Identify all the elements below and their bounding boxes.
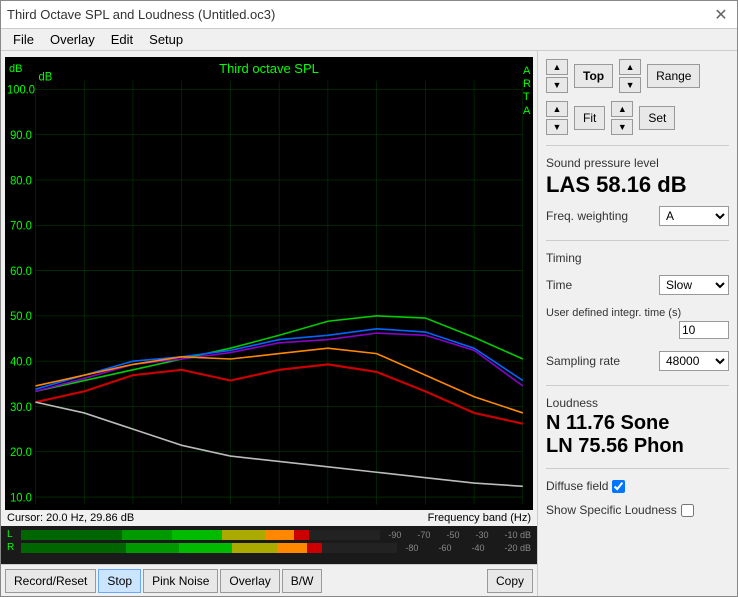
fit-button[interactable]: Fit: [574, 106, 605, 130]
divider-4: [546, 468, 729, 469]
show-specific-checkbox[interactable]: [681, 504, 694, 517]
svg-text:90.0: 90.0: [10, 130, 32, 142]
user-defined-row: User defined integr. time (s): [546, 307, 729, 339]
chart-title: Third octave SPL: [219, 61, 319, 76]
sampling-rate-row: Sampling rate 48000 44100 96000: [546, 351, 729, 371]
top-down-button[interactable]: ▼: [546, 77, 568, 93]
top-up-button[interactable]: ▲: [546, 59, 568, 75]
loudness-ln-value: LN 75.56 Phon: [546, 435, 729, 458]
divider-2: [546, 240, 729, 241]
svg-text:100.0: 100.0: [7, 84, 35, 96]
svg-text:20.0: 20.0: [10, 447, 32, 459]
window-title: Third Octave SPL and Loudness (Untitled.…: [7, 7, 275, 22]
svg-text:30.0: 30.0: [10, 402, 32, 414]
cursor-text: Cursor: 20.0 Hz, 29.86 dB: [7, 512, 134, 524]
time-label: Time: [546, 278, 572, 292]
overlay-button[interactable]: Overlay: [220, 569, 279, 593]
diffuse-field-checkbox[interactable]: [612, 480, 625, 493]
range-nav-group: ▲ ▼: [619, 59, 641, 93]
freq-weighting-label: Freq. weighting: [546, 209, 628, 223]
chart-inner: Third octave SPL ARTA dB: [5, 57, 533, 510]
stop-button[interactable]: Stop: [98, 569, 141, 593]
fit-set-controls: ▲ ▼ Fit ▲ ▼ Set: [546, 101, 729, 135]
svg-text:80.0: 80.0: [10, 175, 32, 187]
menu-setup[interactable]: Setup: [141, 31, 191, 48]
spl-section: Sound pressure level LAS 58.16 dB: [546, 156, 729, 198]
time-select[interactable]: Slow Fast Impulse: [659, 275, 729, 295]
svg-text:60.0: 60.0: [10, 266, 32, 278]
fit-down-button[interactable]: ▼: [546, 119, 568, 135]
copy-button[interactable]: Copy: [487, 569, 533, 593]
sampling-rate-label: Sampling rate: [546, 354, 620, 368]
pink-noise-button[interactable]: Pink Noise: [143, 569, 218, 593]
sampling-rate-select[interactable]: 48000 44100 96000: [659, 351, 729, 371]
r-channel-label: R: [7, 542, 17, 553]
r-level-bar: [21, 543, 397, 553]
loudness-section: Loudness N 11.76 Sone LN 75.56 Phon: [546, 396, 729, 458]
main-window: Third Octave SPL and Loudness (Untitled.…: [0, 0, 738, 597]
menu-bar: File Overlay Edit Setup: [1, 29, 737, 51]
user-defined-input[interactable]: [679, 321, 729, 339]
set-nav-group: ▲ ▼: [611, 101, 633, 135]
spl-section-label: Sound pressure level: [546, 156, 729, 170]
title-bar: Third Octave SPL and Loudness (Untitled.…: [1, 1, 737, 29]
range-down-button[interactable]: ▼: [619, 77, 641, 93]
menu-edit[interactable]: Edit: [103, 31, 141, 48]
record-reset-button[interactable]: Record/Reset: [5, 569, 96, 593]
svg-text:dB: dB: [39, 71, 53, 83]
loudness-n-value: N 11.76 Sone: [546, 412, 729, 435]
l-level-bar: [21, 530, 380, 540]
level-meter: L -90 -70 -50 -30: [1, 526, 537, 564]
right-panel: ▲ ▼ Top ▲ ▼ Range ▲ ▼ Fit ▲ ▼: [537, 51, 737, 596]
freq-weighting-row: Freq. weighting A B C Z: [546, 206, 729, 226]
freq-band-label: Frequency band (Hz): [428, 512, 531, 524]
set-down-button[interactable]: ▼: [611, 119, 633, 135]
range-up-button[interactable]: ▲: [619, 59, 641, 75]
fit-up-button[interactable]: ▲: [546, 101, 568, 117]
diffuse-field-label: Diffuse field: [546, 479, 608, 493]
time-row: Time Slow Fast Impulse: [546, 275, 729, 295]
divider-1: [546, 145, 729, 146]
chart-grid: 100.0 90.0 80.0 70.0 60.0 50.0 40.0 30.0…: [5, 57, 533, 510]
l-channel-label: L: [7, 529, 17, 540]
fit-nav-group: ▲ ▼: [546, 101, 568, 135]
user-defined-label: User defined integr. time (s): [546, 307, 729, 319]
bw-button[interactable]: B/W: [282, 569, 323, 593]
chart-bottom-labels: Cursor: 20.0 Hz, 29.86 dB Frequency band…: [1, 510, 537, 526]
l-scale: -90 -70 -50 -30 -10 dB: [388, 530, 531, 540]
loudness-section-title: Loudness: [546, 396, 729, 410]
top-button[interactable]: Top: [574, 64, 613, 88]
diffuse-field-row: Diffuse field: [546, 479, 729, 493]
chart-container: Third octave SPL ARTA dB: [5, 57, 533, 510]
svg-text:40.0: 40.0: [10, 356, 32, 368]
range-button[interactable]: Range: [647, 64, 700, 88]
divider-3: [546, 385, 729, 386]
close-button[interactable]: ✕: [711, 5, 731, 25]
svg-text:50.0: 50.0: [10, 311, 32, 323]
menu-overlay[interactable]: Overlay: [42, 31, 103, 48]
freq-weighting-select[interactable]: A B C Z: [659, 206, 729, 226]
spl-value: LAS 58.16 dB: [546, 172, 729, 198]
timing-section-title: Timing: [546, 251, 729, 265]
r-scale: -80 -60 -40 -20 dB: [405, 543, 531, 553]
set-button[interactable]: Set: [639, 106, 675, 130]
show-specific-label: Show Specific Loudness: [546, 503, 677, 517]
top-nav-group: ▲ ▼: [546, 59, 568, 93]
main-content: Third octave SPL ARTA dB: [1, 51, 737, 596]
show-specific-row: Show Specific Loudness: [546, 503, 729, 517]
chart-arta: ARTA: [523, 65, 531, 118]
set-up-button[interactable]: ▲: [611, 101, 633, 117]
bottom-buttons: Record/Reset Stop Pink Noise Overlay B/W…: [1, 564, 537, 596]
y-axis-label: dB: [9, 63, 22, 75]
chart-area: Third octave SPL ARTA dB: [1, 51, 537, 596]
svg-text:10.0: 10.0: [10, 492, 32, 504]
svg-text:70.0: 70.0: [10, 220, 32, 232]
menu-file[interactable]: File: [5, 31, 42, 48]
top-controls: ▲ ▼ Top ▲ ▼ Range: [546, 59, 729, 93]
